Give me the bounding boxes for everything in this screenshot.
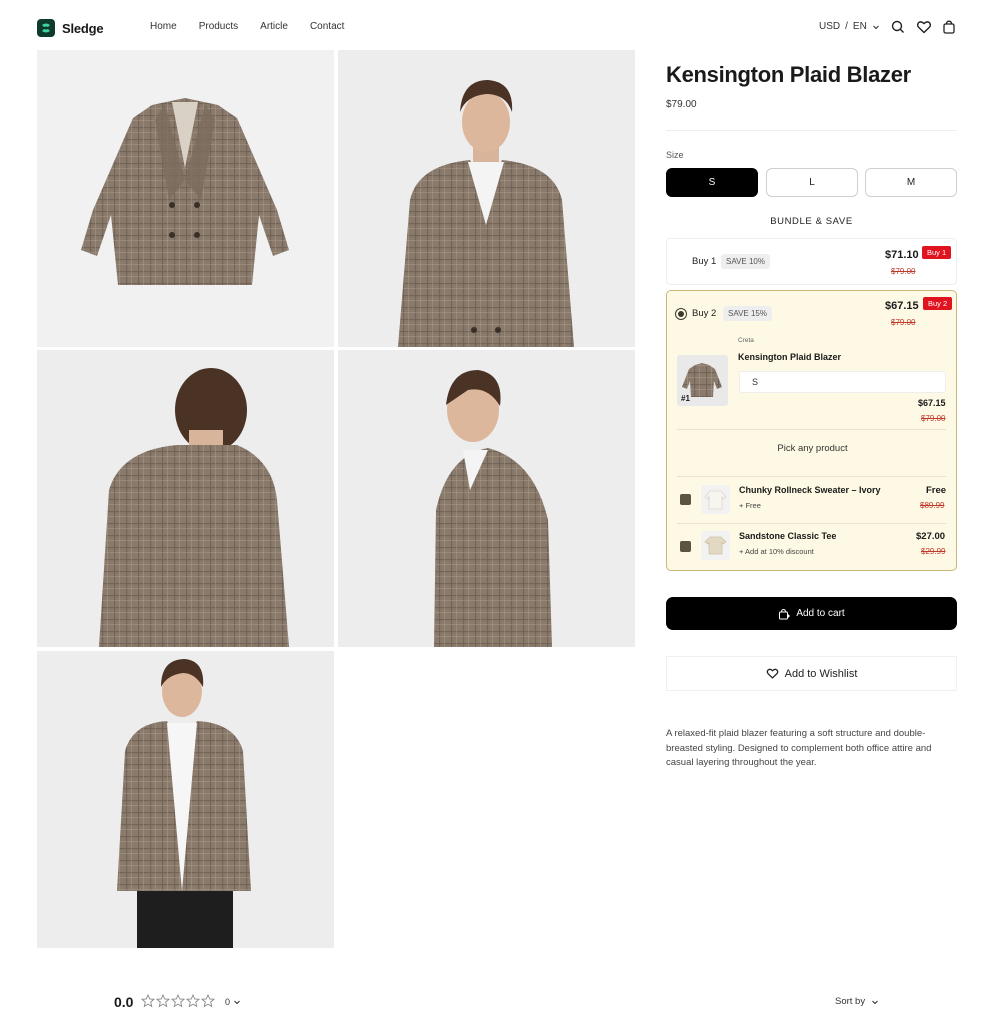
offer-label: Buy 1 bbox=[692, 256, 717, 267]
heart-icon bbox=[766, 668, 778, 679]
addon-compare-price: $89.99 bbox=[920, 501, 945, 510]
chevron-down-icon bbox=[872, 1000, 878, 1004]
add-to-wishlist-button[interactable]: Add to Wishlist bbox=[666, 656, 957, 691]
product-image-model-side[interactable] bbox=[338, 350, 635, 647]
bundle-item-title: Kensington Plaid Blazer bbox=[738, 352, 842, 362]
offer-compare-price: $79.00 bbox=[891, 267, 916, 276]
search-icon[interactable] bbox=[890, 19, 906, 35]
product-title: Kensington Plaid Blazer bbox=[666, 62, 911, 87]
sort-by-label: Sort by bbox=[835, 996, 866, 1007]
addon-compare-price: $29.99 bbox=[921, 547, 946, 556]
bundle-item-price: $67.15 bbox=[918, 398, 946, 408]
star-icon bbox=[186, 994, 200, 1008]
nav-contact[interactable]: Contact bbox=[310, 21, 344, 32]
model-full-image bbox=[117, 659, 251, 948]
chevron-down-icon bbox=[872, 25, 879, 29]
model-side-image bbox=[434, 370, 552, 647]
size-option-s[interactable]: S bbox=[666, 168, 758, 197]
heart-icon[interactable] bbox=[916, 19, 932, 35]
add-to-wishlist-label: Add to Wishlist bbox=[784, 667, 858, 680]
addon-checkbox[interactable] bbox=[680, 541, 691, 552]
chevron-down-icon bbox=[234, 1000, 240, 1005]
section-divider bbox=[677, 429, 946, 430]
bundle-item-index: #1 bbox=[681, 394, 690, 403]
sort-by-dropdown[interactable]: Sort by bbox=[835, 996, 879, 1007]
save-tag: SAVE 15% bbox=[723, 306, 772, 321]
star-icon bbox=[201, 994, 215, 1008]
locale-separator: / bbox=[845, 21, 848, 32]
product-price: $79.00 bbox=[666, 99, 697, 110]
offer-label: Buy 2 bbox=[692, 308, 717, 319]
nav-article[interactable]: Article bbox=[260, 21, 288, 32]
size-label: Size bbox=[666, 150, 684, 160]
addon-thumbnail bbox=[701, 531, 730, 560]
addon-price: $27.00 bbox=[916, 531, 946, 542]
addon-row-sweater[interactable]: Chunky Rollneck Sweater – Ivory + Free F… bbox=[667, 477, 958, 523]
size-select-value: S bbox=[752, 377, 759, 387]
add-to-cart-label: Add to cart bbox=[796, 608, 845, 619]
brand-name: Sledge bbox=[62, 20, 104, 36]
sweater-thumbnail-image bbox=[704, 490, 727, 510]
product-description: A relaxed-fit plaid blazer featuring a s… bbox=[666, 728, 932, 768]
blazer-flat-image bbox=[81, 98, 289, 285]
currency-label: USD bbox=[819, 21, 841, 32]
star-icon bbox=[141, 994, 155, 1008]
cart-add-icon bbox=[779, 608, 791, 619]
model-back-image bbox=[99, 368, 289, 647]
model-front-image bbox=[398, 80, 574, 347]
bundle-item-size-select[interactable]: S bbox=[739, 371, 946, 393]
bundle-offer-buy-2[interactable]: Buy 2 SAVE 15% $67.15 $79.00 Buy 2 Creta… bbox=[666, 290, 957, 571]
addon-name: Sandstone Classic Tee bbox=[739, 531, 837, 541]
tee-thumbnail-image bbox=[704, 536, 727, 555]
add-to-cart-button[interactable]: Add to cart bbox=[666, 597, 957, 630]
review-count: 0 bbox=[225, 997, 231, 1007]
shopping-bag-icon[interactable] bbox=[941, 19, 957, 35]
offer-price: $71.10 bbox=[885, 249, 919, 261]
bundle-heading: BUNDLE & SAVE bbox=[770, 216, 853, 227]
offer-badge: Buy 1 bbox=[922, 246, 952, 259]
language-label: EN bbox=[852, 21, 867, 32]
star-icon bbox=[156, 994, 170, 1008]
divider bbox=[666, 130, 957, 131]
addon-note: + Free bbox=[739, 501, 761, 510]
rating-stars bbox=[141, 994, 215, 1008]
vendor-name: Creta bbox=[738, 337, 754, 344]
bundle-item-compare-price: $79.00 bbox=[921, 414, 946, 423]
size-option-m[interactable]: M bbox=[865, 168, 957, 197]
offer-radio[interactable] bbox=[675, 308, 687, 320]
nav-products[interactable]: Products bbox=[199, 21, 238, 32]
offer-price: $67.15 bbox=[885, 300, 919, 312]
site-header: Sledge Home Products Article Contact USD… bbox=[0, 0, 996, 56]
offer-compare-price: $79.00 bbox=[891, 318, 916, 327]
radio-selected-dot bbox=[678, 311, 684, 317]
product-image-flat[interactable] bbox=[37, 50, 334, 347]
addon-note: + Add at 10% discount bbox=[739, 547, 814, 556]
main-nav: Home Products Article Contact bbox=[150, 21, 344, 32]
offer-badge: Buy 2 bbox=[923, 297, 953, 310]
star-icon bbox=[171, 994, 185, 1008]
currency-language-selector[interactable]: USD / EN bbox=[819, 21, 880, 32]
brand-logo[interactable]: Sledge bbox=[37, 19, 104, 37]
nav-home[interactable]: Home bbox=[150, 21, 177, 32]
addon-thumbnail bbox=[701, 485, 730, 514]
logo-mark-icon bbox=[37, 19, 55, 37]
product-image-model-front[interactable] bbox=[338, 50, 635, 347]
product-image-model-full[interactable] bbox=[37, 651, 334, 948]
bundle-offer-buy-1[interactable]: Buy 1 SAVE 10% $71.10 $79.00 Buy 1 bbox=[666, 238, 957, 285]
addon-name: Chunky Rollneck Sweater – Ivory bbox=[739, 485, 881, 495]
product-image-model-back[interactable] bbox=[37, 350, 334, 647]
addon-price: Free bbox=[926, 485, 947, 496]
save-tag: SAVE 10% bbox=[721, 254, 770, 269]
pick-product-label: Pick any product bbox=[777, 443, 848, 454]
average-rating: 0.0 bbox=[114, 994, 134, 1010]
addon-checkbox[interactable] bbox=[680, 494, 691, 505]
addon-row-tee[interactable]: Sandstone Classic Tee + Add at 10% disco… bbox=[667, 524, 958, 570]
size-option-l[interactable]: L bbox=[766, 168, 858, 197]
review-count-dropdown[interactable]: 0 bbox=[225, 997, 241, 1007]
